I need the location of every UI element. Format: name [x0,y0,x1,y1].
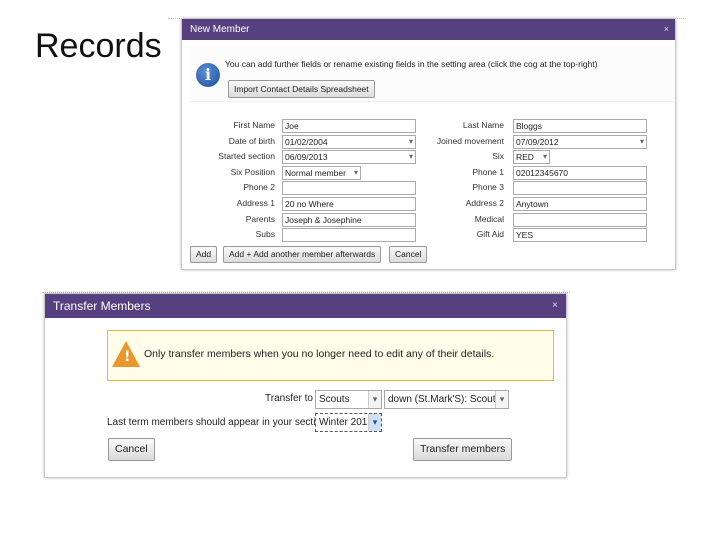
field-label: Six Position [230,167,275,177]
field-select[interactable]: 06/09/2013 [282,150,416,164]
term-label: Last term members should appear in your … [107,417,327,428]
field-value: Normal member [285,168,346,178]
field-label: Medical [474,214,504,224]
dialog-title: Transfer Members [53,299,151,313]
cancel-button[interactable]: Cancel [108,438,155,461]
field-value: 06/09/2013 [285,152,328,162]
field-label: Parents [245,214,275,224]
field-input[interactable]: Joe [282,119,416,133]
field-label: Phone 1 [472,167,504,177]
dialog-title: New Member [190,24,250,35]
field-select[interactable]: Normal member [282,166,361,180]
field-input[interactable] [513,181,647,195]
warning-text: Only transfer members when you no longer… [144,348,495,360]
info-panel: i You can add further fields or rename e… [190,45,674,102]
field-label: Date of birth [228,136,275,146]
field-label: Subs [255,229,275,239]
new-member-dialog: New Member × i You can add further field… [181,18,676,270]
field-input[interactable]: Joseph & Josephine [282,213,416,227]
field-label: Address 1 [236,198,275,208]
field-input[interactable] [513,213,647,227]
info-icon: i [196,63,220,87]
import-spreadsheet-button[interactable]: Import Contact Details Spreadsheet [228,80,375,98]
field-value: RED [516,152,534,162]
field-label: Phone 2 [243,182,275,192]
field-input[interactable] [282,181,416,195]
field-label: First Name [233,120,275,130]
field-input[interactable]: Bloggs [513,119,647,133]
field-input[interactable]: YES [513,228,647,242]
transfer-titlebar: Transfer Members × [45,294,566,318]
field-label: Started section [218,151,275,161]
chevron-down-icon: ▾ [495,391,508,408]
close-icon[interactable]: × [664,19,669,40]
field-label: Gift Aid [476,229,504,239]
field-input[interactable] [282,228,416,242]
field-select[interactable]: RED [513,150,550,164]
field-value: YES [516,230,534,240]
field-label: Address 2 [465,198,504,208]
field-value: Joseph & Josephine [285,215,362,225]
section-type-value: Scouts [319,394,350,405]
field-label: Last Name [462,120,504,130]
cancel-button[interactable]: Cancel [389,246,428,263]
field-label: Six [492,151,504,161]
field-input[interactable]: 02012345670 [513,166,647,180]
add-another-button[interactable]: Add + Add another member afterwards [223,246,382,263]
warning-icon-mark: ! [124,349,131,365]
close-icon[interactable]: × [552,294,558,318]
field-input[interactable]: Anytown [513,197,647,211]
field-select[interactable]: 07/09/2012 [513,135,647,149]
field-value: 01/02/2004 [285,137,328,147]
field-value: 02012345670 [516,168,569,178]
field-value: Anytown [516,199,549,209]
field-value: Bloggs [516,121,542,131]
chevron-down-icon: ▾ [368,414,381,431]
chevron-down-icon: ▾ [368,391,381,408]
transfer-to-label: Transfer to [265,393,313,404]
term-select[interactable]: Winter 2013 ▾ [315,413,382,432]
field-label: Phone 3 [472,182,504,192]
info-text: You can add further fields or rename exi… [225,59,598,69]
field-select[interactable]: 01/02/2004 [282,135,416,149]
section-name-value: down (St.Mark'S): Scouts [388,394,501,405]
field-label: Joined movement [436,136,504,146]
transfer-members-button[interactable]: Transfer members [413,438,513,461]
slide-title: Records [35,27,162,65]
warning-panel: ! Only transfer members when you no long… [107,330,554,381]
field-value: 07/09/2012 [516,137,559,147]
add-button[interactable]: Add [190,246,218,263]
term-value: Winter 2013 [319,417,373,428]
transfer-members-dialog: Transfer Members × ! Only transfer membe… [44,293,567,478]
section-type-select[interactable]: Scouts ▾ [315,390,382,409]
field-input[interactable]: 20 no Where [282,197,416,211]
field-value: 20 no Where [285,199,334,209]
section-name-select[interactable]: down (St.Mark'S): Scouts ▾ [384,390,509,409]
field-value: Joe [285,121,299,131]
new-member-titlebar: New Member × [182,19,675,40]
